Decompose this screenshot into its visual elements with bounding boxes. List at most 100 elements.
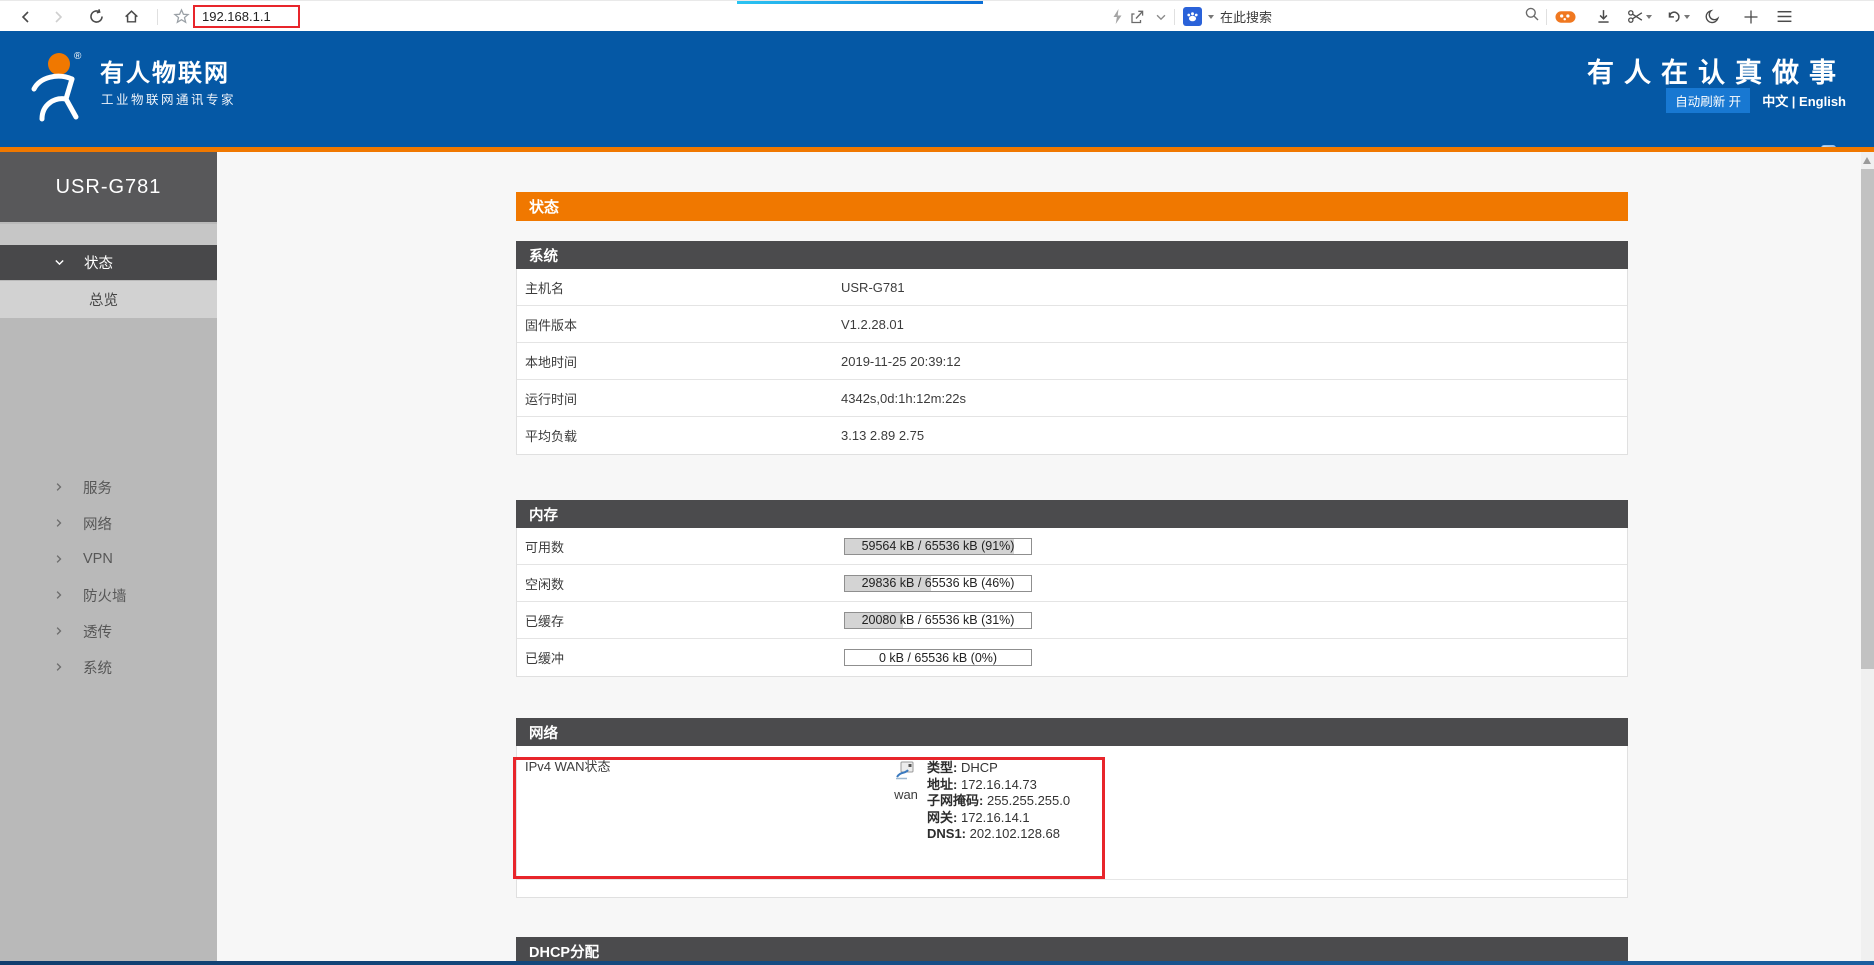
search-placeholder-text: 在此搜索 <box>1220 7 1272 26</box>
table-row: 本地时间 2019-11-25 20:39:12 <box>517 343 1627 380</box>
memory-usage-text: 0 kB / 65536 kB (0%) <box>845 650 1031 665</box>
language-switch[interactable]: 中文 | English <box>1762 91 1846 110</box>
sidebar-item-firewall[interactable]: 防火墙 <box>0 577 217 613</box>
games-icon[interactable] <box>1552 1 1578 32</box>
wan-details: 类型: DHCP 地址: 172.16.14.73 子网掩码: 255.255.… <box>927 760 1070 843</box>
menu-hamburger-icon[interactable] <box>1772 1 1796 32</box>
search-icon[interactable] <box>1524 6 1540 27</box>
table-row: 运行时间 4342s,0d:1h:12m:22s <box>517 380 1627 417</box>
refresh-icon[interactable] <box>85 1 107 32</box>
address-bar[interactable] <box>193 5 300 28</box>
auto-refresh-toggle[interactable]: 自动刷新 开 <box>1666 88 1750 113</box>
network-section-header: 网络 <box>516 718 1628 746</box>
scrollbar-thumb[interactable] <box>1861 169 1874 669</box>
chevron-right-icon <box>53 481 65 493</box>
wan-status-row: IPv4 WAN状态 wan 类型: <box>517 746 1627 880</box>
chevron-right-icon <box>53 517 65 529</box>
sidebar-item-system[interactable]: 系统 <box>0 649 217 685</box>
toolbar-divider <box>157 9 158 25</box>
address-input[interactable] <box>202 9 292 24</box>
page-scrollbar[interactable] <box>1861 152 1874 961</box>
table-row: 平均负载 3.13 2.89 2.75 <box>517 417 1627 454</box>
memory-usage-text: 59564 kB / 65536 kB (91%) <box>845 539 1031 554</box>
wan-detail-line: 地址: 172.16.14.73 <box>927 777 1070 794</box>
browser-toolbar: 在此搜索 <box>0 0 1874 31</box>
find-on-page-field[interactable]: 在此搜索 <box>1183 3 1540 30</box>
table-row: 固件版本 V1.2.28.01 <box>517 306 1627 343</box>
row-label: 平均负载 <box>525 426 577 445</box>
wan-detail-line: DNS1: 202.102.128.68 <box>927 826 1070 843</box>
row-label: 已缓冲 <box>525 648 564 667</box>
screenshot-scissors-icon[interactable] <box>1624 1 1646 32</box>
memory-usage-bar: 29836 kB / 65536 kB (46%) <box>844 575 1032 592</box>
memory-usage-bar: 20080 kB / 65536 kB (31%) <box>844 612 1032 629</box>
row-label: 运行时间 <box>525 389 577 408</box>
undo-caret-icon[interactable] <box>1684 15 1690 19</box>
header-slogan: 有人在认真做事 <box>1587 51 1846 90</box>
favorite-star-icon[interactable] <box>170 1 192 32</box>
table-row: 主机名 USR-G781 <box>517 269 1627 306</box>
sidebar-item-network[interactable]: 网络 <box>0 505 217 541</box>
home-icon[interactable] <box>120 1 142 32</box>
scissors-caret-icon[interactable] <box>1646 15 1652 19</box>
row-value: 2019-11-25 20:39:12 <box>841 354 961 369</box>
bottom-edge-strip <box>0 961 1874 965</box>
sidebar-item-status[interactable]: 状态 <box>0 245 217 280</box>
svg-text:®: ® <box>74 51 82 62</box>
system-table: 主机名 USR-G781 固件版本 V1.2.28.01 本地时间 2019-1… <box>516 269 1628 455</box>
wan-detail-line: 网关: 172.16.14.1 <box>927 810 1070 827</box>
device-name: USR-G781 <box>56 176 162 199</box>
toolbar-divider <box>1174 9 1175 25</box>
row-label: 本地时间 <box>525 352 577 371</box>
scrollbar-up-arrow-icon[interactable] <box>1863 157 1871 164</box>
row-value: USR-G781 <box>841 280 905 295</box>
page-title-banner: 状态 <box>516 192 1628 221</box>
main-content: 状态 系统 主机名 USR-G781 固件版本 V1.2.28.01 本地时间 … <box>217 152 1861 961</box>
row-value: 4342s,0d:1h:12m:22s <box>841 391 966 406</box>
memory-usage-bar: 59564 kB / 65536 kB (91%) <box>844 538 1032 555</box>
row-label: 固件版本 <box>525 315 577 334</box>
chevron-right-icon <box>53 553 65 565</box>
wan-interface-icon <box>895 768 917 785</box>
memory-usage-bar: 0 kB / 65536 kB (0%) <box>844 649 1032 666</box>
chevron-right-icon <box>53 589 65 601</box>
memory-section-header: 内存 <box>516 500 1628 528</box>
table-row: 已缓存 20080 kB / 65536 kB (31%) <box>517 602 1627 639</box>
dark-mode-moon-icon[interactable] <box>1700 1 1724 32</box>
wan-status-label: IPv4 WAN状态 <box>525 756 610 775</box>
chevron-right-icon <box>53 661 65 673</box>
wan-interface-name: wan <box>885 787 927 802</box>
chevron-down-icon[interactable] <box>1151 1 1171 32</box>
back-icon[interactable] <box>16 1 36 32</box>
search-engine-caret-icon[interactable] <box>1208 15 1214 19</box>
memory-usage-text: 29836 kB / 65536 kB (46%) <box>845 576 1031 591</box>
lightning-icon[interactable] <box>1108 1 1126 32</box>
screenshot-root: 在此搜索 <box>0 0 1874 965</box>
row-value: 3.13 2.89 2.75 <box>841 428 924 443</box>
usr-logo-icon: ® <box>22 47 88 132</box>
logo-title: 有人物联网 <box>100 53 230 88</box>
sidebar-item-vpn[interactable]: VPN <box>0 541 217 577</box>
sidebar-item-passthrough[interactable]: 透传 <box>0 613 217 649</box>
system-section-header: 系统 <box>516 241 1628 269</box>
wan-detail-line: 类型: DHCP <box>927 760 1070 777</box>
share-icon[interactable] <box>1126 1 1148 32</box>
row-value: V1.2.28.01 <box>841 317 904 332</box>
table-row: 已缓冲 0 kB / 65536 kB (0%) <box>517 639 1627 676</box>
page-loading-bar <box>737 1 983 4</box>
baidu-paw-icon[interactable] <box>1183 7 1202 26</box>
forward-icon[interactable] <box>48 1 68 32</box>
sidebar-item-overview[interactable]: 总览 <box>0 281 217 318</box>
row-label: 已缓存 <box>525 611 564 630</box>
page-title: 状态 <box>529 196 559 217</box>
sidebar-divider-band <box>0 224 217 245</box>
memory-table: 可用数 59564 kB / 65536 kB (91%) 空闲数 29836 … <box>516 528 1628 677</box>
row-label: 主机名 <box>525 278 564 297</box>
new-tab-plus-icon[interactable] <box>1740 1 1762 32</box>
memory-usage-text: 20080 kB / 65536 kB (31%) <box>845 613 1031 628</box>
device-name-block: USR-G781 <box>0 152 217 222</box>
download-icon[interactable] <box>1592 1 1614 32</box>
chevron-down-icon <box>53 256 66 269</box>
undo-icon[interactable] <box>1662 1 1684 32</box>
sidebar-item-services[interactable]: 服务 <box>0 469 217 505</box>
